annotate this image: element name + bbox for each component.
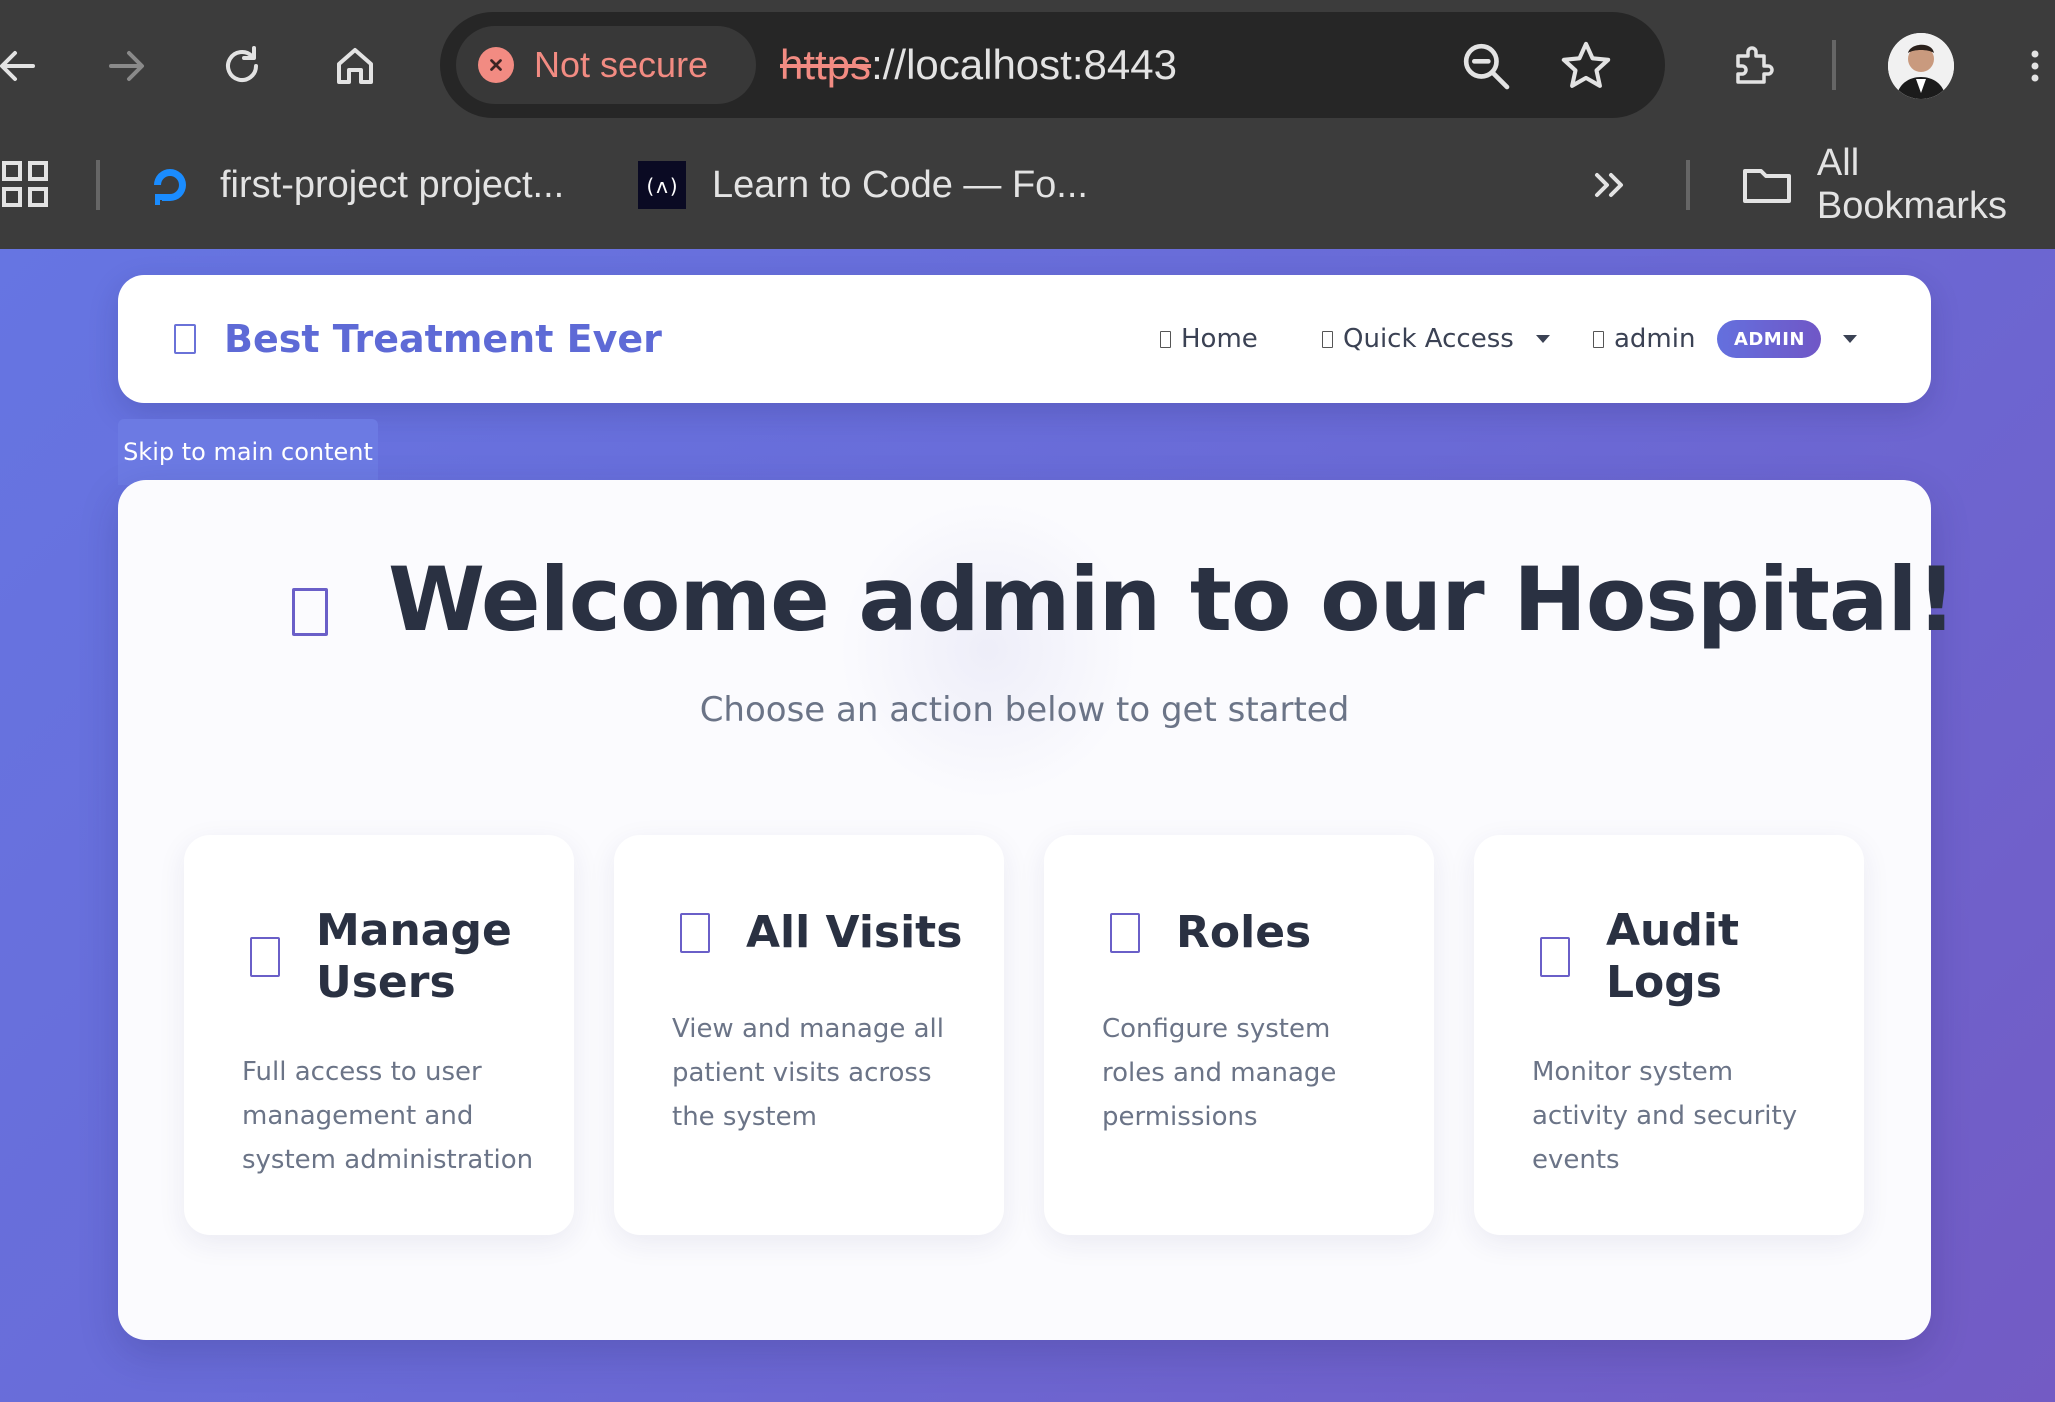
card-description: Monitor system activity and security eve… <box>1532 1057 1798 1175</box>
card-header: Audit Logs <box>1540 905 1824 1009</box>
clipboard-icon <box>1540 937 1570 977</box>
card-description: Configure system roles and manage permis… <box>1102 1014 1337 1132</box>
brand-name: Best Treatment Ever <box>224 317 662 361</box>
page-subtitle: Choose an action below to get started <box>699 690 1350 730</box>
chevron-double-right-icon[interactable] <box>1585 140 1633 230</box>
card-description: View and manage all patient visits acros… <box>672 1014 944 1132</box>
bookmarks-bar: first-project project... (ʌ) Learn to Co… <box>0 140 2055 230</box>
folder-icon <box>1740 157 1795 213</box>
skip-to-main-link[interactable]: Skip to main content <box>118 419 378 485</box>
extensions-icon[interactable] <box>1715 29 1789 103</box>
bookmarks-divider <box>1686 160 1690 210</box>
nav-home-label: Home <box>1181 324 1258 354</box>
calendar-icon <box>680 913 710 953</box>
reload-icon[interactable] <box>205 29 279 103</box>
apps-grid-icon[interactable] <box>0 140 52 230</box>
home-icon[interactable] <box>318 29 392 103</box>
forward-arrow-icon[interactable] <box>90 29 164 103</box>
users-icon <box>250 937 280 977</box>
caret-down-icon <box>1535 335 1550 343</box>
card-manage-users[interactable]: Manage Users Full access to user managem… <box>184 835 574 1235</box>
bookmark-learn-to-code[interactable]: (ʌ) Learn to Code — Fo... <box>634 140 1088 230</box>
caret-down-icon <box>1843 335 1858 343</box>
security-chip-label: Not secure <box>534 44 709 85</box>
nav-user-menu[interactable]: admin ADMIN <box>1593 275 1858 403</box>
action-cards: Manage Users Full access to user managem… <box>184 835 1874 1235</box>
hospital-icon <box>292 588 328 636</box>
card-title: All Visits <box>746 907 963 958</box>
page-title: Welcome admin to our Hospital! <box>388 548 1957 651</box>
svg-text:(ʌ): (ʌ) <box>644 174 680 198</box>
error-x-icon <box>478 47 514 83</box>
digitalocean-icon <box>142 157 198 213</box>
card-description: Full access to user management and syste… <box>242 1057 534 1175</box>
nav-quick-access-label: Quick Access <box>1343 324 1514 354</box>
url-host: ://localhost:8443 <box>871 41 1177 88</box>
url-scheme: https <box>780 41 872 88</box>
card-header: All Visits <box>680 907 964 959</box>
browser-toolbar: Not secure https://localhost:8443 <box>0 0 2055 130</box>
bookmark-star-icon[interactable] <box>1558 38 1614 94</box>
shield-icon <box>1110 913 1140 953</box>
address-bar[interactable]: Not secure https://localhost:8443 <box>440 12 1665 118</box>
card-header: Manage Users <box>250 905 534 1009</box>
page-viewport: Best Treatment Ever Home Quick Access ad… <box>0 249 2055 1402</box>
zoom-icon[interactable] <box>1458 38 1514 94</box>
profile-avatar[interactable] <box>1888 33 1954 99</box>
card-all-visits[interactable]: All Visits View and manage all patient v… <box>614 835 1004 1235</box>
role-badge: ADMIN <box>1717 320 1822 358</box>
lightning-icon <box>1322 330 1333 348</box>
url-text[interactable]: https://localhost:8443 <box>780 12 1177 118</box>
bookmarks-divider <box>96 160 100 210</box>
bookmark-label: first-project project... <box>220 163 565 206</box>
card-header: Roles <box>1110 907 1394 959</box>
freecodecamp-icon: (ʌ) <box>634 157 690 213</box>
all-bookmarks-button[interactable]: All Bookmarks <box>1740 140 2055 230</box>
more-menu-icon[interactable] <box>1998 29 2055 103</box>
brand-link[interactable]: Best Treatment Ever <box>174 275 662 403</box>
card-title: Manage Users <box>316 905 512 1008</box>
all-bookmarks-label: All Bookmarks <box>1816 142 2007 227</box>
card-roles[interactable]: Roles Configure system roles and manage … <box>1044 835 1434 1235</box>
card-title: Roles <box>1176 907 1312 958</box>
bookmark-first-project[interactable]: first-project project... <box>142 140 564 230</box>
nav-quick-access[interactable]: Quick Access <box>1322 275 1550 403</box>
card-title: Audit Logs <box>1606 905 1739 1008</box>
card-audit-logs[interactable]: Audit Logs Monitor system activity and s… <box>1474 835 1864 1235</box>
security-chip[interactable]: Not secure <box>456 26 756 104</box>
user-icon <box>1593 330 1604 348</box>
bookmark-label: Learn to Code — Fo... <box>712 163 1088 206</box>
nav-home[interactable]: Home <box>1160 275 1258 403</box>
hospital-icon <box>174 324 196 354</box>
main-content: Welcome admin to our Hospital! Choose an… <box>118 480 1957 1340</box>
back-arrow-icon[interactable] <box>0 29 54 103</box>
top-navbar: Best Treatment Ever Home Quick Access ad… <box>118 275 1931 403</box>
home-icon <box>1160 330 1171 348</box>
browser-chrome: Not secure https://localhost:8443 first-… <box>0 0 2055 249</box>
nav-user-label: admin <box>1614 324 1696 354</box>
toolbar-divider <box>1832 40 1836 90</box>
